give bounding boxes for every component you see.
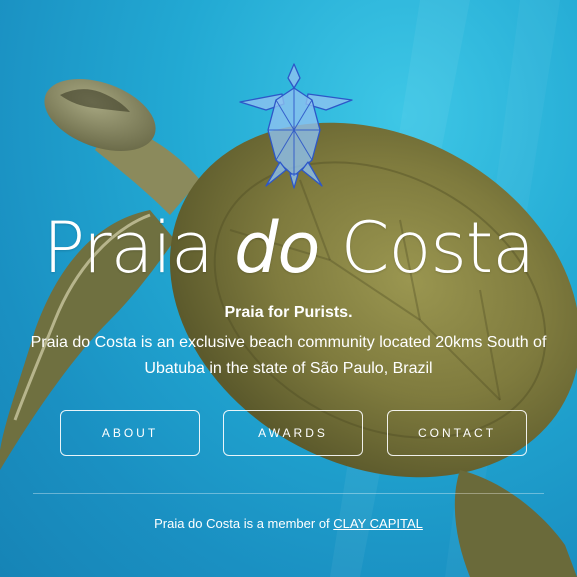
footer-label: Praia do Costa is a member of — [154, 516, 334, 531]
awards-button[interactable]: AWARDS — [223, 410, 363, 456]
description: Praia do Costa is an exclusive beach com… — [30, 334, 547, 377]
hero-section: Praia do Costa Praia for Purists. Praia … — [0, 0, 577, 577]
site-title: Praia do Costa — [0, 208, 577, 288]
about-button[interactable]: ABOUT — [60, 410, 200, 456]
footer-text: Praia do Costa is a member of CLAY CAPIT… — [0, 514, 577, 534]
tagline: Praia for Purists. — [224, 304, 353, 321]
site-title-part3: Costa — [319, 207, 536, 289]
site-title-part2: do — [234, 207, 320, 289]
contact-button[interactable]: CONTACT — [387, 410, 527, 456]
divider — [33, 493, 544, 494]
clay-capital-link[interactable]: CLAY CAPITAL — [333, 516, 423, 531]
turtle-logo-icon[interactable] — [236, 60, 356, 192]
site-title-part1: Praia — [42, 207, 235, 289]
